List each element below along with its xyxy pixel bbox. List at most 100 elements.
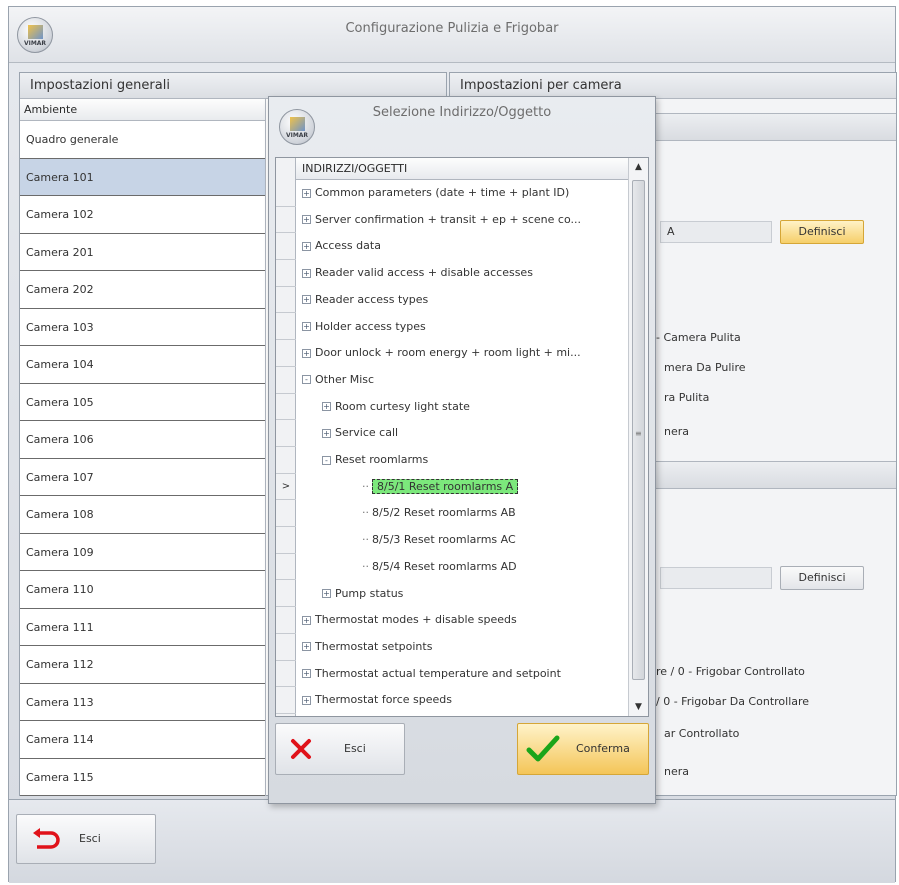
row-selector[interactable] [276,607,296,634]
row-selector[interactable] [276,420,296,447]
tree-node[interactable]: + Room curtesy light state [322,394,470,421]
tree-node-label: Door unlock + room energy + room light +… [315,346,581,360]
scroll-down-icon[interactable]: ▼ [629,698,648,716]
tree-connector-icon: ·· [362,559,369,573]
tree-node[interactable]: + Door unlock + room energy + room light … [302,340,581,367]
tree-node[interactable]: + Holder access types [302,314,426,341]
room-row[interactable]: Camera 103 [20,309,265,346]
expand-icon[interactable]: + [302,268,311,278]
tree-connector-icon: ·· [362,506,369,520]
row-selector[interactable]: > [276,474,296,501]
room-row[interactable]: Camera 114 [20,721,265,759]
exit-button[interactable]: Esci [16,814,156,864]
tree-node[interactable]: - Other Misc [302,367,374,394]
tree-node[interactable]: + Server confirmation + transit + ep + sc… [302,207,581,234]
exit-button-label: Esci [79,832,101,845]
tree-node[interactable]: + Service call [322,420,398,447]
row-selector[interactable] [276,527,296,554]
expand-icon[interactable]: + [302,241,311,251]
row-selector[interactable] [276,340,296,367]
expand-icon[interactable]: + [322,589,331,598]
confirm-button[interactable]: Conferma [517,723,649,775]
tree-node[interactable]: ·· 8/5/2 Reset roomlarms AB [362,500,516,527]
room-list: Quadro generale Camera 101 Camera 102 Camer… [20,121,266,796]
tree-node[interactable]: + Access data [302,233,381,260]
tree-node-label: Other Misc [315,372,375,386]
room-row[interactable]: Camera 106 [20,421,265,459]
logo-text: VIMAR [23,40,47,47]
room-row[interactable]: Camera 110 [20,571,265,609]
define-minibar-button[interactable]: Definisci [780,566,864,590]
tree-node[interactable]: + Pump status [322,581,403,608]
expand-icon[interactable]: + [302,322,311,331]
tree-node-selected[interactable]: ·· 8/5/1 Reset roomlarms A [362,474,519,501]
tree-node[interactable]: - Reset roomlarms [322,447,428,474]
row-selector[interactable] [276,661,296,688]
expand-icon[interactable]: + [322,402,331,412]
tree-node-label: Server confirmation + transit + ep + sce… [315,212,581,226]
ambiente-column-header[interactable]: Ambiente [20,99,266,121]
expand-icon[interactable]: + [302,215,311,225]
room-row[interactable]: Camera 109 [20,534,265,571]
collapse-icon[interactable]: - [302,375,311,385]
tree-node[interactable]: + Thermostat setpoints [302,634,432,661]
expand-icon[interactable]: + [302,669,311,679]
room-row[interactable]: Quadro generale [20,121,265,159]
row-selector[interactable] [276,287,296,314]
room-row[interactable]: Camera 101 [20,158,265,196]
tree-node-label: 8/5/2 Reset roomlarms AB [372,506,516,520]
dialog-title: Selezione Indirizzo/Oggetto [372,105,552,120]
room-row[interactable]: Camera 105 [20,384,265,421]
expand-icon[interactable]: + [302,642,311,652]
row-selector[interactable] [276,207,296,234]
expand-icon[interactable]: + [302,615,311,625]
room-row[interactable]: Camera 111 [20,609,265,646]
room-row[interactable]: Camera 102 [20,196,265,234]
tree-scrollbar[interactable]: ▲ ≡ ▼ [628,158,648,716]
room-row[interactable]: Camera 113 [20,684,265,721]
cleaning-address-field[interactable]: A [660,221,772,243]
tree-node[interactable]: + Thermostat actual temperature and setpo… [302,661,561,688]
row-selector[interactable] [276,260,296,287]
minibar-option-4: nera [664,765,690,778]
expand-icon[interactable]: + [302,348,311,358]
scroll-up-icon[interactable]: ▲ [629,158,648,176]
row-selector[interactable] [276,500,296,528]
tree-node[interactable]: ·· 8/5/3 Reset roomlarms AC [362,527,516,554]
dialog-exit-button[interactable]: Esci [275,723,405,775]
row-selector[interactable] [276,180,296,207]
row-selector[interactable] [276,233,296,261]
expand-icon[interactable]: + [322,428,331,438]
expand-icon[interactable]: + [302,188,311,198]
row-selector[interactable] [276,447,296,474]
scroll-thumb[interactable]: ≡ [632,180,645,680]
row-selector[interactable] [276,634,296,661]
room-row[interactable]: Camera 107 [20,459,265,496]
room-row[interactable]: Camera 108 [20,496,265,534]
tree-node[interactable]: + Reader valid access + disable accesses [302,260,533,287]
row-selector[interactable] [276,394,296,421]
expand-icon[interactable]: + [302,295,311,305]
room-row[interactable]: Camera 112 [20,646,265,684]
collapse-icon[interactable]: - [322,455,331,465]
room-row[interactable]: Camera 115 [20,759,265,796]
row-selector[interactable] [276,687,296,714]
tree-node-label: Room curtesy light state [335,399,470,413]
row-selector[interactable] [276,314,296,341]
tree-column-header[interactable]: INDIRIZZI/OGGETTI [296,158,628,180]
minibar-address-field[interactable] [660,567,772,589]
tree-node[interactable]: + Thermostat force speeds [302,687,452,714]
tree-node[interactable]: + Thermostat modes + disable speeds [302,607,517,634]
room-row[interactable]: Camera 104 [20,346,265,384]
row-selector[interactable] [276,581,296,608]
tree-node[interactable]: + Reader access types [302,287,428,314]
define-cleaning-button[interactable]: Definisci [780,220,864,244]
tree-node[interactable]: + Common parameters (date + time + plant … [302,180,569,207]
room-row[interactable]: Camera 202 [20,271,265,309]
row-selector[interactable] [276,367,296,394]
expand-icon[interactable]: + [302,695,311,705]
minibar-option-1: re / 0 - Frigobar Controllato [656,665,805,678]
room-row[interactable]: Camera 201 [20,234,265,271]
row-selector[interactable] [276,554,296,581]
tree-node[interactable]: ·· 8/5/4 Reset roomlarms AD [362,554,517,581]
